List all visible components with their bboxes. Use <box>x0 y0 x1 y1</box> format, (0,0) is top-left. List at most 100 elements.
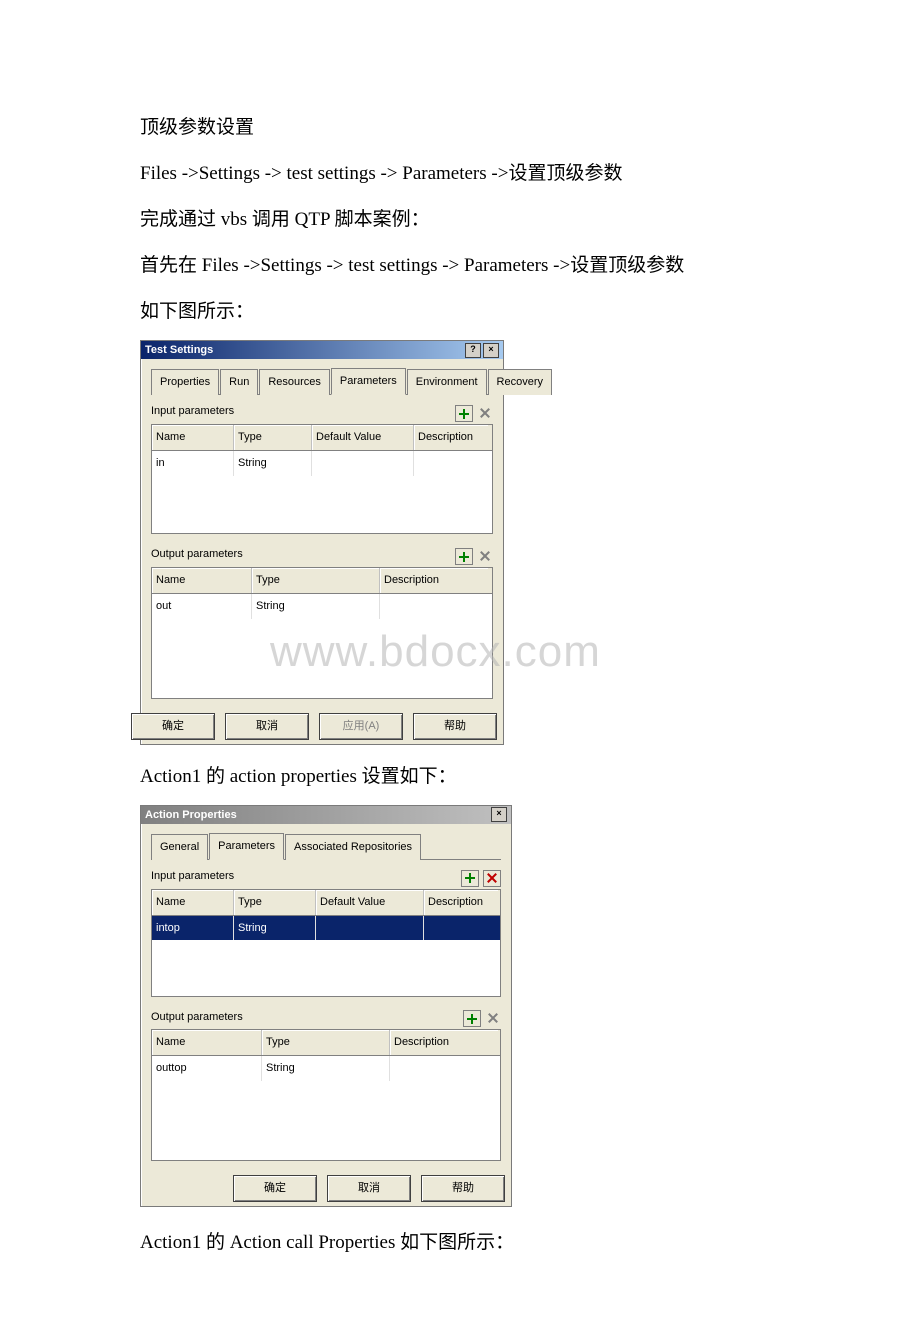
col-type[interactable]: Type <box>234 890 316 915</box>
cancel-button[interactable]: 取消 <box>225 713 309 740</box>
col-description[interactable]: Description <box>414 425 488 450</box>
dialog-body: Properties Run Resources Parameters Envi… <box>141 359 503 704</box>
col-description[interactable]: Description <box>424 890 498 915</box>
cell-desc[interactable] <box>390 1056 498 1081</box>
output-parameters-grid[interactable]: Name Type Description outtop String <box>151 1029 501 1161</box>
tab-resources[interactable]: Resources <box>259 369 330 395</box>
cell-name[interactable]: in <box>152 451 234 476</box>
table-row[interactable]: outtop String <box>152 1056 500 1081</box>
cell-type[interactable]: String <box>234 916 316 941</box>
plus-icon <box>467 1014 477 1024</box>
col-name[interactable]: Name <box>152 568 252 593</box>
tab-associated-repositories[interactable]: Associated Repositories <box>285 834 421 860</box>
add-input-param-button[interactable] <box>461 870 479 887</box>
title-controls: ? × <box>465 343 499 358</box>
col-type[interactable]: Type <box>252 568 380 593</box>
dialog-title-bar[interactable]: Action Properties × <box>141 806 511 824</box>
grid-header: Name Type Description <box>152 568 492 594</box>
help-button[interactable]: 帮助 <box>413 713 497 740</box>
plus-icon <box>459 409 469 419</box>
cell-name[interactable]: intop <box>152 916 234 941</box>
input-parameters-grid[interactable]: Name Type Default Value Description in S… <box>151 424 493 534</box>
cell-name[interactable]: out <box>152 594 252 619</box>
output-parameters-label: Output parameters <box>151 1007 243 1028</box>
doc-paragraph: 如下图所示： <box>140 294 780 330</box>
dialog-buttons: 确定 取消 帮助 <box>141 1167 511 1206</box>
cell-type[interactable]: String <box>262 1056 390 1081</box>
doc-paragraph: Files ->Settings -> test settings -> Par… <box>140 156 780 192</box>
test-settings-dialog: Test Settings ? × Properties Run Resourc… <box>140 340 504 744</box>
cell-type[interactable]: String <box>234 451 312 476</box>
input-parameters-header: Input parameters <box>151 401 493 422</box>
x-icon <box>487 873 497 883</box>
tabs: Properties Run Resources Parameters Envi… <box>151 367 493 395</box>
col-name[interactable]: Name <box>152 890 234 915</box>
col-description[interactable]: Description <box>390 1030 498 1055</box>
col-description[interactable]: Description <box>380 568 488 593</box>
add-output-param-button[interactable] <box>463 1010 481 1027</box>
dialog-body: General Parameters Associated Repositori… <box>141 824 511 1167</box>
grid-header: Name Type Description <box>152 1030 500 1056</box>
dialog-title-bar[interactable]: Test Settings ? × <box>141 341 503 359</box>
cell-desc[interactable] <box>414 451 488 476</box>
cell-default[interactable] <box>316 916 424 941</box>
doc-paragraph: 完成通过 vbs 调用 QTP 脚本案例： <box>140 202 780 238</box>
tab-environment[interactable]: Environment <box>407 369 487 395</box>
remove-output-param-button[interactable] <box>485 1010 501 1025</box>
cell-type[interactable]: String <box>252 594 380 619</box>
cell-default[interactable] <box>312 451 414 476</box>
table-row[interactable]: intop String <box>152 916 500 941</box>
doc-paragraph: 首先在 Files ->Settings -> test settings ->… <box>140 248 780 284</box>
add-output-param-button[interactable] <box>455 548 473 565</box>
tab-parameters[interactable]: Parameters <box>209 833 284 860</box>
table-row[interactable]: in String <box>152 451 492 476</box>
input-parameters-grid[interactable]: Name Type Default Value Description into… <box>151 889 501 997</box>
cell-name[interactable]: outtop <box>152 1056 262 1081</box>
tabs: General Parameters Associated Repositori… <box>151 832 501 860</box>
close-icon[interactable]: × <box>483 343 499 358</box>
cell-desc[interactable] <box>380 594 488 619</box>
dialog-title-text: Test Settings <box>145 341 213 359</box>
output-parameters-grid[interactable]: Name Type Description out String <box>151 567 493 699</box>
table-row[interactable]: out String <box>152 594 492 619</box>
tab-parameters[interactable]: Parameters <box>331 368 406 395</box>
tab-run[interactable]: Run <box>220 369 258 395</box>
col-type[interactable]: Type <box>262 1030 390 1055</box>
apply-button[interactable]: 应用(A) <box>319 713 403 740</box>
cancel-button[interactable]: 取消 <box>327 1175 411 1202</box>
plus-icon <box>465 873 475 883</box>
x-icon <box>488 1013 498 1023</box>
col-name[interactable]: Name <box>152 1030 262 1055</box>
remove-input-param-button[interactable] <box>477 405 493 420</box>
help-button[interactable]: 帮助 <box>421 1175 505 1202</box>
dialog-title-text: Action Properties <box>145 806 237 824</box>
grid-header: Name Type Default Value Description <box>152 425 492 451</box>
x-icon <box>480 408 490 418</box>
action-properties-dialog: Action Properties × General Parameters A… <box>140 805 512 1207</box>
col-type[interactable]: Type <box>234 425 312 450</box>
col-name[interactable]: Name <box>152 425 234 450</box>
close-icon[interactable]: × <box>491 807 507 822</box>
input-parameters-label: Input parameters <box>151 401 234 422</box>
help-icon[interactable]: ? <box>465 343 481 358</box>
output-parameters-header: Output parameters <box>151 544 493 565</box>
doc-paragraph: Action1 的 Action call Properties 如下图所示： <box>140 1225 780 1261</box>
remove-output-param-button[interactable] <box>477 548 493 563</box>
x-icon <box>480 551 490 561</box>
tab-recovery[interactable]: Recovery <box>488 369 552 395</box>
tab-properties[interactable]: Properties <box>151 369 219 395</box>
col-default-value[interactable]: Default Value <box>316 890 424 915</box>
col-default-value[interactable]: Default Value <box>312 425 414 450</box>
grid-header: Name Type Default Value Description <box>152 890 500 916</box>
add-input-param-button[interactable] <box>455 405 473 422</box>
tab-general[interactable]: General <box>151 834 208 860</box>
dialog-buttons: 确定 取消 应用(A) 帮助 <box>141 705 503 744</box>
ok-button[interactable]: 确定 <box>233 1175 317 1202</box>
cell-desc[interactable] <box>424 916 498 941</box>
plus-icon <box>459 552 469 562</box>
remove-input-param-button[interactable] <box>483 870 501 887</box>
document-page: 顶级参数设置 Files ->Settings -> test settings… <box>0 0 920 1331</box>
output-parameters-header: Output parameters <box>151 1007 501 1028</box>
doc-paragraph: 顶级参数设置 <box>140 110 780 146</box>
ok-button[interactable]: 确定 <box>131 713 215 740</box>
